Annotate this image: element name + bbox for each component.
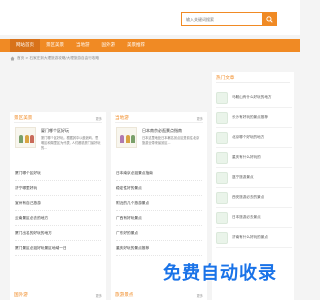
watermark-banner: 免费自动收录 bbox=[163, 263, 277, 284]
feature-article[interactable]: 日本南京必逛景点指南 日本这里地处日本著名景点区是前往北京旅游业带来最景区... bbox=[116, 127, 202, 157]
article-list: 日本南京必逛景点指南 稳定性好的景点 附近的几个旅游景点 广西有好玩景点 广东好… bbox=[116, 166, 202, 256]
list-item[interactable]: 日本南京必逛景点指南 bbox=[116, 166, 202, 181]
feature-desc: 日本这里地处日本著名景点区是前往北京旅游业带来最景区... bbox=[142, 136, 200, 146]
hot-item-title[interactable]: 马鞍山有什么好玩的地方 bbox=[232, 95, 272, 100]
article-thumbnail[interactable] bbox=[116, 127, 137, 148]
list-item[interactable]: 厦门景区必逛好玩景区地域一日 bbox=[15, 241, 101, 256]
home-icon bbox=[10, 56, 15, 61]
top-bar bbox=[0, 0, 300, 35]
item-thumbnail[interactable] bbox=[216, 131, 228, 144]
nav-item-home[interactable]: 网站首页 bbox=[10, 39, 40, 52]
feature-title[interactable]: 日本南京必逛景点指南 bbox=[142, 128, 182, 134]
item-thumbnail[interactable] bbox=[216, 171, 228, 184]
list-item[interactable]: 重庆好玩的景点推荐 bbox=[116, 241, 202, 256]
more-link[interactable]: 更多 bbox=[197, 116, 203, 121]
item-thumbnail[interactable] bbox=[216, 111, 228, 124]
list-item[interactable]: 稳定性好的景点 bbox=[116, 181, 202, 196]
hot-item-title[interactable]: 日本旅游必去景点 bbox=[232, 215, 261, 220]
panel-title: 旅游景点 bbox=[115, 293, 134, 298]
list-item[interactable]: 广西有好玩景点 bbox=[116, 211, 202, 226]
breadcrumb-text[interactable]: 首页 > 石家庄到大理旅游攻略/大理旅游自由行攻略 bbox=[17, 56, 99, 61]
article-thumbnail[interactable] bbox=[15, 127, 36, 148]
feature-title[interactable]: 厦门哪个区好玩 bbox=[41, 128, 69, 134]
hot-item-title[interactable]: 遂宁旅游景点 bbox=[232, 175, 254, 180]
feature-article[interactable]: 厦门哪个区好玩 厦门哪个区好玩。根据其中以鼓浪屿、思明区和湖里区为代表, 人们都… bbox=[15, 127, 101, 157]
hot-item-title[interactable]: 重庆有什么好玩的 bbox=[232, 155, 261, 160]
item-thumbnail[interactable] bbox=[216, 231, 228, 244]
search-box bbox=[181, 12, 277, 26]
sidebar-title: 热门文章 bbox=[216, 76, 235, 81]
hot-item[interactable]: 长沙有好玩的景点推荐 bbox=[216, 108, 292, 128]
hot-item[interactable]: 西安旅游必去的景点 bbox=[216, 188, 292, 208]
list-item[interactable]: 济宁哪里好玩 bbox=[15, 181, 101, 196]
item-thumbnail[interactable] bbox=[216, 151, 228, 164]
breadcrumb: 首页 > 石家庄到大理旅游攻略/大理旅游自由行攻略 bbox=[10, 56, 99, 61]
hot-item[interactable]: 济南有什么好玩的景点 bbox=[216, 228, 292, 248]
panel-title: 当地游 bbox=[115, 116, 129, 121]
search-input[interactable] bbox=[182, 13, 262, 25]
more-link[interactable]: 更多 bbox=[96, 116, 102, 121]
hot-item-title[interactable]: 北京哪个好玩的地方 bbox=[232, 135, 264, 140]
panel-title: 景区美景 bbox=[14, 116, 33, 121]
hot-item[interactable]: 北京哪个好玩的地方 bbox=[216, 128, 292, 148]
list-item[interactable]: 云南景区必去的地方 bbox=[15, 211, 101, 226]
more-link[interactable]: 更多 bbox=[96, 293, 102, 298]
list-item[interactable]: 厦门出名的好玩的地方 bbox=[15, 226, 101, 241]
panel-scenic: 景区美景 更多 厦门哪个区好玩 厦门哪个区好玩。根据其中以鼓浪屿、思明区和湖里区… bbox=[10, 112, 106, 292]
nav-item-abroad[interactable]: 国外游 bbox=[96, 39, 122, 52]
main-nav: 网站首页 景区美景 当地游 国外游 美景推荐 bbox=[0, 39, 300, 52]
list-item[interactable]: 宣州有自己旅游 bbox=[15, 196, 101, 211]
item-thumbnail[interactable] bbox=[216, 91, 228, 104]
hot-item[interactable]: 遂宁旅游景点 bbox=[216, 168, 292, 188]
feature-desc: 厦门哪个区好玩。根据其中以鼓浪屿、思明区和湖里区为代表, 人们都说厦门最好玩的.… bbox=[41, 136, 101, 151]
nav-item-recommend[interactable]: 美景推荐 bbox=[121, 39, 151, 52]
hot-list: 马鞍山有什么好玩的地方 长沙有好玩的景点推荐 北京哪个好玩的地方 重庆有什么好玩… bbox=[216, 88, 292, 248]
panel-title: 国外游 bbox=[14, 293, 28, 298]
search-icon bbox=[265, 15, 273, 23]
hot-item-title[interactable]: 西安旅游必去的景点 bbox=[232, 195, 264, 200]
list-item[interactable]: 附近的几个旅游景点 bbox=[116, 196, 202, 211]
item-thumbnail[interactable] bbox=[216, 211, 228, 224]
hot-item[interactable]: 马鞍山有什么好玩的地方 bbox=[216, 88, 292, 108]
list-item[interactable]: 广东好的景点 bbox=[116, 226, 202, 241]
item-thumbnail[interactable] bbox=[216, 191, 228, 204]
hot-item[interactable]: 日本旅游必去景点 bbox=[216, 208, 292, 228]
more-link[interactable]: 更多 bbox=[197, 293, 203, 298]
article-list: 厦门哪个区好玩 济宁哪里好玩 宣州有自己旅游 云南景区必去的地方 厦门出名的好玩… bbox=[15, 166, 101, 256]
hot-item-title[interactable]: 济南有什么好玩的景点 bbox=[232, 235, 268, 240]
search-button[interactable] bbox=[262, 13, 276, 25]
nav-item-scenic[interactable]: 景区美景 bbox=[40, 39, 70, 52]
nav-item-local[interactable]: 当地游 bbox=[70, 39, 96, 52]
hot-item[interactable]: 重庆有什么好玩的 bbox=[216, 148, 292, 168]
panel-abroad: 国外游 更多 bbox=[10, 289, 106, 300]
hot-item-title[interactable]: 长沙有好玩的景点推荐 bbox=[232, 115, 268, 120]
list-item[interactable]: 厦门哪个区好玩 bbox=[15, 166, 101, 181]
panel-attractions: 旅游景点 更多 bbox=[111, 289, 207, 300]
